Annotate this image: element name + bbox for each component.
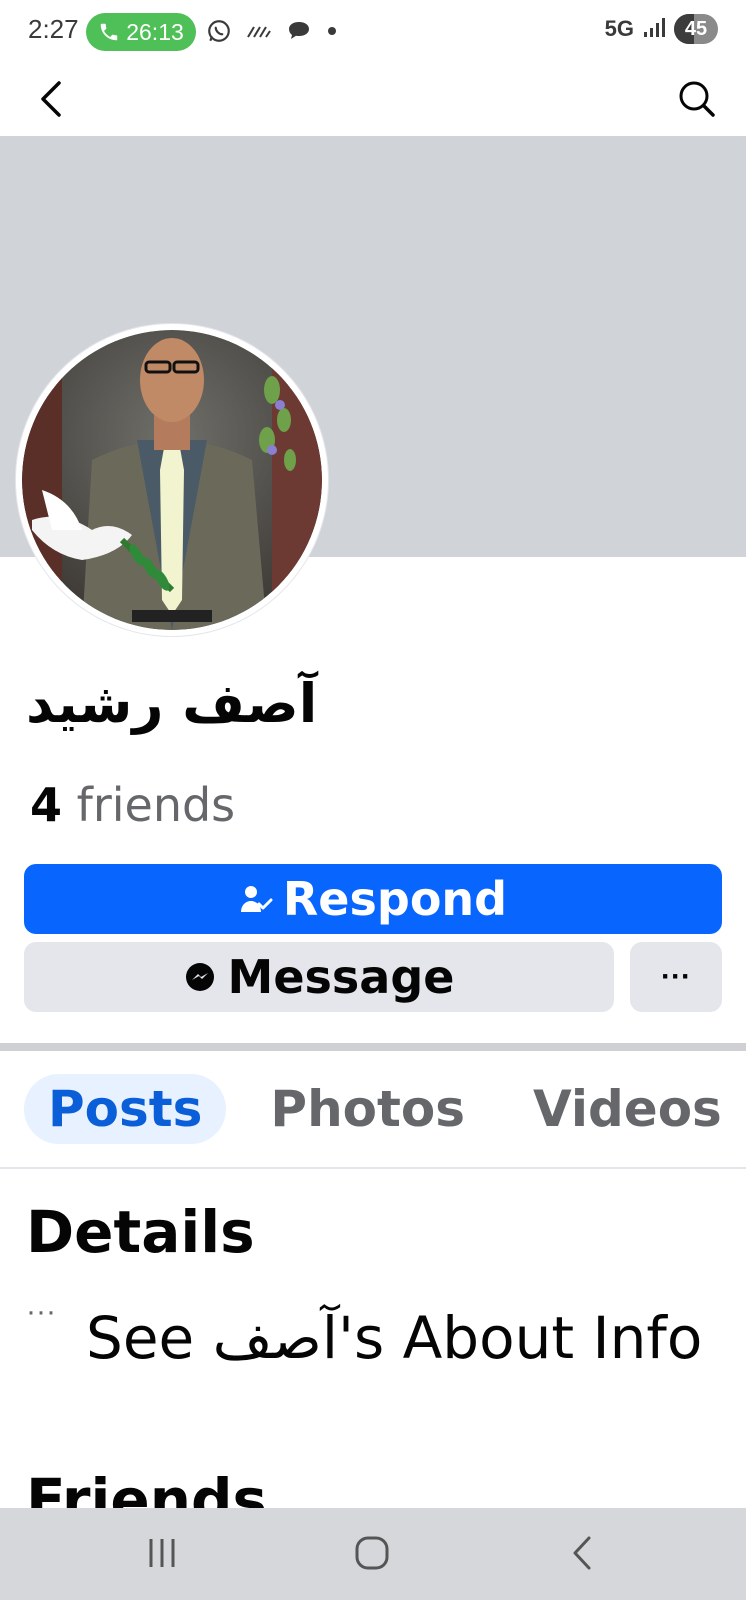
battery-level: 45 (684, 17, 708, 40)
home-button[interactable] (342, 1528, 402, 1578)
person-check-icon (240, 886, 273, 912)
message-label: Message (227, 950, 455, 1004)
system-navigation-bar (0, 1508, 746, 1600)
status-bar: 2:27 26:13 5G 45 (0, 0, 746, 64)
whatsapp-icon (206, 18, 232, 44)
section-divider (0, 1043, 746, 1051)
top-app-bar (0, 64, 746, 136)
message-button[interactable]: Message (24, 942, 614, 1012)
friends-count-number: 4 (30, 778, 63, 832)
call-timer: 26:13 (126, 18, 184, 45)
friends-count[interactable]: 4 friends (30, 778, 235, 832)
tabs-divider (0, 1167, 746, 1169)
status-time: 2:27 (28, 14, 79, 44)
more-dots-icon: ··· (26, 1295, 56, 1328)
search-icon (679, 81, 715, 117)
more-dots-icon: ··· (661, 960, 691, 993)
signal-wifi-icon (246, 21, 272, 41)
back-button[interactable] (26, 74, 76, 124)
friends-count-label: friends (76, 778, 236, 832)
about-info-link[interactable]: See آصف's About Info (86, 1300, 702, 1376)
phone-icon (100, 23, 118, 41)
home-icon (355, 1536, 389, 1570)
chat-bubble-icon (286, 19, 312, 43)
details-heading: Details (26, 1198, 255, 1266)
search-button[interactable] (672, 74, 722, 124)
ongoing-call-pill[interactable]: 26:13 (86, 13, 196, 51)
more-options-button[interactable]: ··· (630, 942, 722, 1012)
battery-indicator: 45 (674, 14, 718, 44)
tab-posts[interactable]: Posts (24, 1074, 227, 1144)
back-arrow-icon (41, 81, 61, 117)
back-icon (573, 1536, 591, 1570)
signal-bars-icon (642, 16, 666, 43)
profile-name: آصف رشيد (26, 672, 318, 735)
network-type: 5G (604, 16, 634, 41)
dot-icon (326, 25, 338, 37)
profile-photo-image (22, 330, 322, 630)
respond-button[interactable]: Respond (24, 864, 722, 934)
tab-photos[interactable]: Photos (246, 1074, 489, 1144)
respond-label: Respond (282, 872, 508, 926)
profile-picture[interactable] (16, 324, 328, 636)
recent-apps-button[interactable] (132, 1528, 192, 1578)
system-back-button[interactable] (552, 1528, 612, 1578)
messenger-icon (185, 963, 214, 991)
profile-tabs: Posts Photos Videos (24, 1074, 746, 1144)
recents-icon (149, 1539, 175, 1567)
profile-page: 2:27 26:13 5G 45 آصف رشيد 4 friends Resp… (0, 0, 746, 1600)
tab-videos[interactable]: Videos (509, 1074, 746, 1144)
about-info-row[interactable]: ··· See آصف's About Info (26, 1295, 702, 1376)
